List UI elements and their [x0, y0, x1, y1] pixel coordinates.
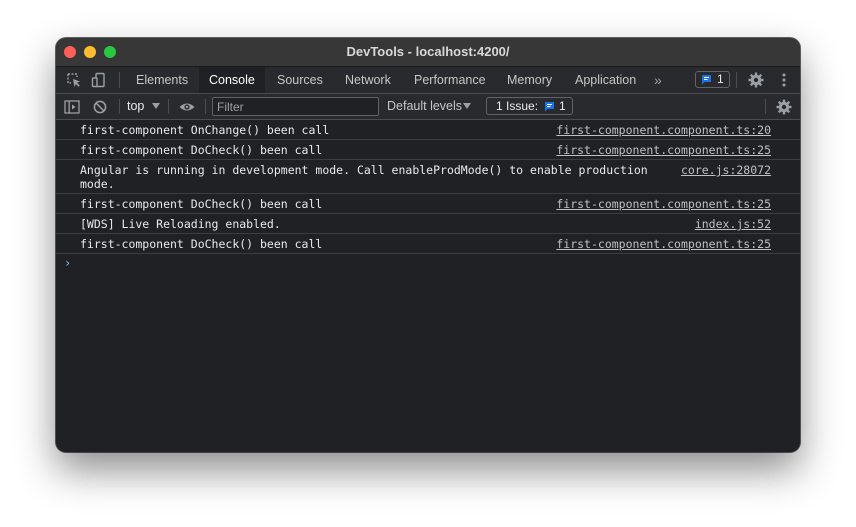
inspect-element-icon[interactable] — [65, 71, 83, 89]
toolbar-divider — [205, 99, 206, 114]
issues-count: 1 — [559, 99, 566, 113]
console-prompt[interactable]: › — [56, 254, 800, 274]
title-bar: DevTools - localhost:4200/ — [56, 38, 800, 67]
gear-icon[interactable] — [775, 98, 793, 116]
chevron-down-icon — [152, 103, 160, 109]
context-selector[interactable]: top — [127, 94, 144, 119]
eye-icon[interactable] — [178, 98, 196, 116]
console-message: first-component DoCheck() been call firs… — [56, 234, 800, 254]
console-message: first-component OnChange() been call fir… — [56, 120, 800, 140]
console-message-source-link[interactable]: core.js:28072 — [681, 163, 771, 177]
console-message-source-link[interactable]: first-component.component.ts:20 — [556, 123, 771, 137]
toolbar-divider — [168, 99, 169, 114]
chevron-down-icon — [463, 103, 471, 109]
panel-tabs-bar: Elements Console Sources Network Perform… — [56, 67, 800, 94]
more-tabs-button[interactable]: » — [654, 71, 662, 89]
tab-elements[interactable]: Elements — [126, 67, 198, 93]
toolbar-divider — [119, 99, 120, 114]
toolbar-divider — [765, 99, 766, 114]
console-message-text: first-component DoCheck() been call — [80, 237, 323, 251]
clear-console-icon[interactable] — [91, 98, 109, 116]
window-title: DevTools - localhost:4200/ — [346, 44, 510, 59]
issues-label: 1 Issue: — [496, 99, 539, 113]
device-toolbar-icon[interactable] — [90, 71, 108, 89]
tab-performance[interactable]: Performance — [404, 67, 496, 93]
console-message: first-component DoCheck() been call firs… — [56, 140, 800, 160]
sidebar-toggle-icon[interactable] — [63, 98, 81, 116]
console-message-text: [WDS] Live Reloading enabled. — [80, 217, 281, 231]
console-message-source-link[interactable]: first-component.component.ts:25 — [556, 143, 771, 157]
toolbar-divider — [119, 72, 120, 88]
console-toolbar: top Default levels 1 Issue: 1 — [56, 94, 800, 120]
message-icon — [701, 74, 712, 85]
kebab-menu-icon[interactable] — [775, 71, 793, 89]
console-message-source-link[interactable]: first-component.component.ts:25 — [556, 237, 771, 251]
tab-network[interactable]: Network — [335, 67, 401, 93]
console-message-text: first-component DoCheck() been call — [80, 197, 323, 211]
tab-sources[interactable]: Sources — [267, 67, 333, 93]
tab-console[interactable]: Console — [199, 67, 265, 93]
prompt-chevron-icon: › — [64, 256, 72, 270]
messages-badge[interactable]: 1 — [695, 71, 730, 88]
console-message-text: first-component DoCheck() been call — [80, 143, 323, 157]
console-message-source-link[interactable]: first-component.component.ts:25 — [556, 197, 771, 211]
issues-button[interactable]: 1 Issue: 1 — [486, 97, 573, 115]
console-message: first-component DoCheck() been call firs… — [56, 194, 800, 214]
tab-application[interactable]: Application — [565, 67, 646, 93]
gear-icon[interactable] — [747, 71, 765, 89]
filter-input[interactable] — [212, 97, 379, 116]
console-message-text: first-component OnChange() been call — [80, 123, 330, 137]
messages-count: 1 — [717, 72, 724, 86]
toolbar-divider — [736, 72, 737, 88]
console-message: [WDS] Live Reloading enabled. index.js:5… — [56, 214, 800, 234]
console-message: Angular is running in development mode. … — [56, 160, 800, 194]
tab-memory[interactable]: Memory — [497, 67, 562, 93]
devtools-window: DevTools - localhost:4200/ Elements Cons… — [56, 38, 800, 452]
console-output: first-component OnChange() been call fir… — [56, 120, 800, 452]
log-levels-dropdown[interactable]: Default levels — [387, 94, 462, 119]
console-message-text: Angular is running in development mode. … — [80, 163, 648, 191]
message-icon — [544, 100, 555, 112]
console-message-source-link[interactable]: index.js:52 — [695, 217, 771, 231]
